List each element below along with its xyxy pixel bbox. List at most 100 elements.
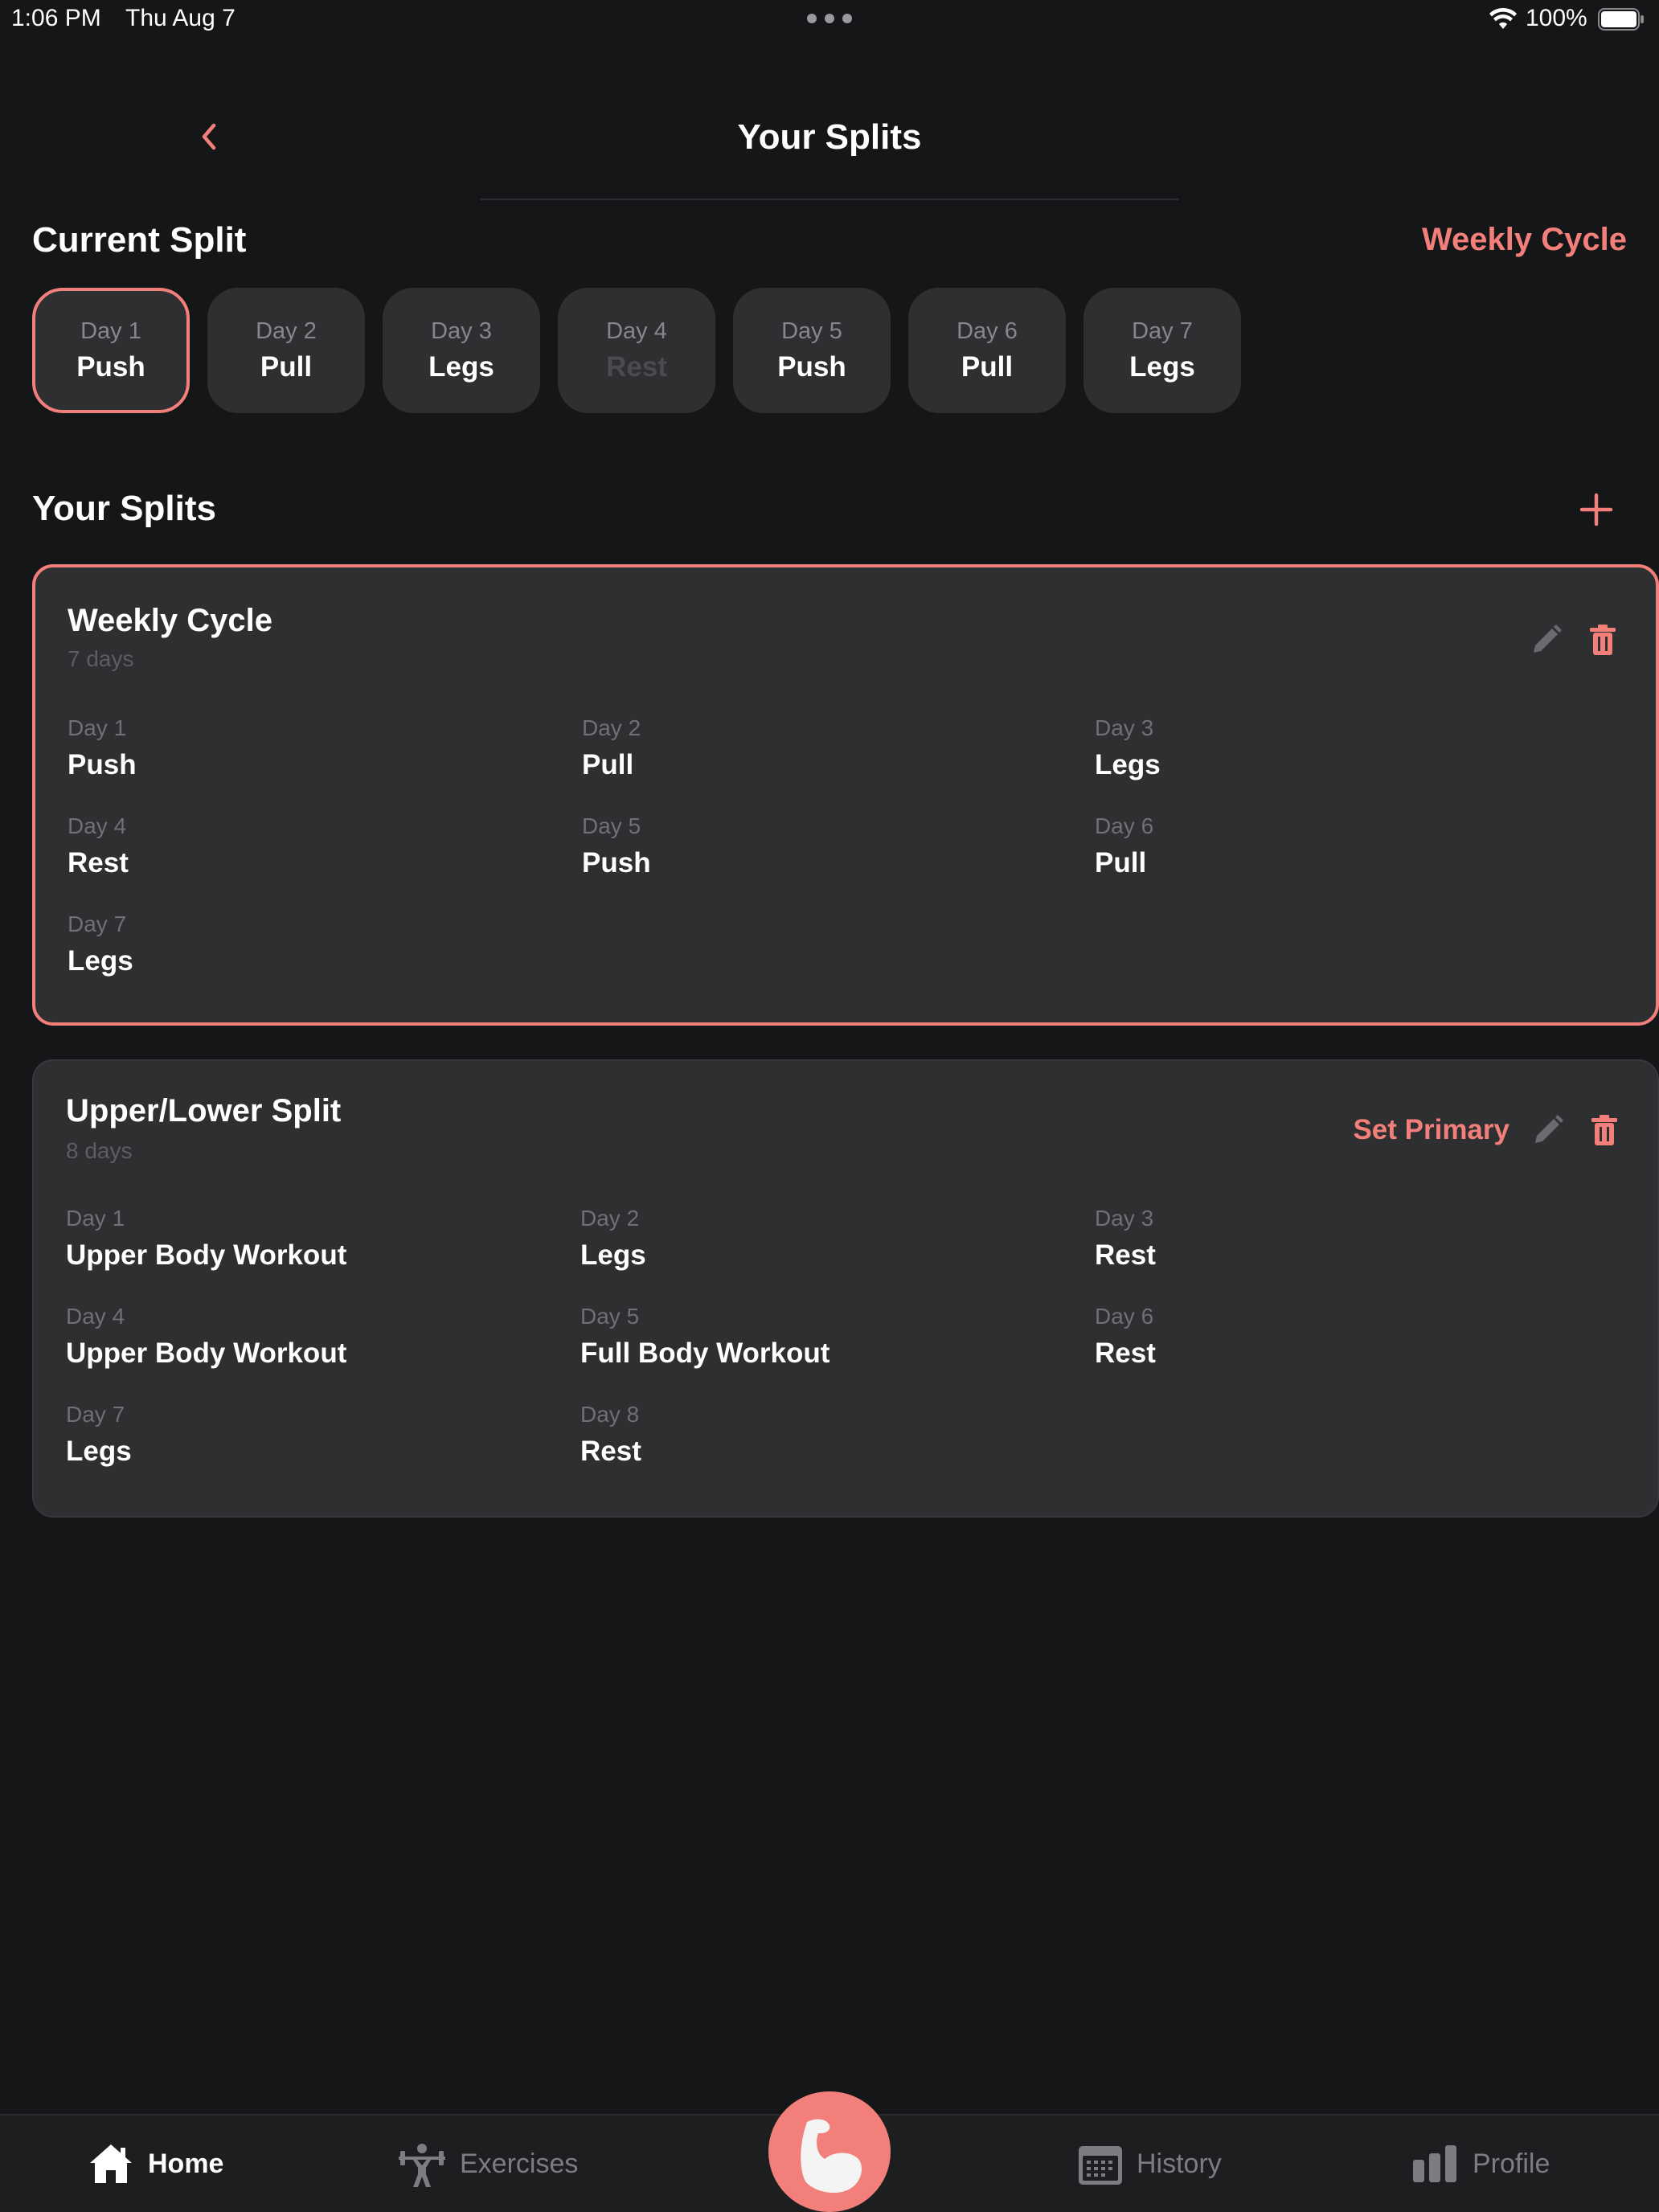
split-day-workout: Rest bbox=[580, 1436, 641, 1467]
split-day-cell: Day 5 Full Body Workout bbox=[580, 1304, 830, 1370]
day-pill-4[interactable]: Day 4 Rest bbox=[558, 288, 715, 413]
split-day-workout: Rest bbox=[1095, 1239, 1156, 1271]
weightlifter-icon bbox=[399, 2144, 445, 2187]
pill-day-label: Day 4 bbox=[606, 317, 667, 344]
tab-profile-label: Profile bbox=[1473, 2148, 1550, 2179]
back-button[interactable] bbox=[193, 119, 225, 154]
split-day-workout: Rest bbox=[1095, 1337, 1156, 1369]
split-card-upper-lower[interactable]: Upper/Lower Split 8 days Set Primary Day… bbox=[32, 1059, 1659, 1518]
split-day-label: Day 1 bbox=[68, 715, 127, 740]
pill-day-label: Day 3 bbox=[431, 317, 492, 344]
battery-icon bbox=[1598, 8, 1644, 31]
start-workout-button[interactable] bbox=[768, 2091, 891, 2212]
day-pill-1[interactable]: Day 1 Push bbox=[32, 288, 190, 413]
status-date: Thu Aug 7 bbox=[125, 5, 236, 31]
split-day-label: Day 4 bbox=[68, 813, 127, 838]
split-day-label: Day 5 bbox=[580, 1304, 640, 1329]
tab-exercises[interactable]: Exercises bbox=[397, 2140, 578, 2188]
split-day-cell: Day 1 Upper Body Workout bbox=[66, 1206, 346, 1272]
split-day-label: Day 2 bbox=[580, 1206, 640, 1231]
split-day-cell: Day 4 Rest bbox=[68, 813, 129, 879]
split-day-cell: Day 5 Push bbox=[582, 813, 651, 879]
page-title: Your Splits bbox=[737, 117, 922, 157]
split-day-cell: Day 4 Upper Body Workout bbox=[66, 1304, 346, 1370]
pill-day-label: Day 2 bbox=[256, 317, 317, 344]
split-day-workout: Push bbox=[582, 847, 651, 879]
status-time: 1:06 PM bbox=[11, 5, 101, 31]
split-day-label: Day 7 bbox=[66, 1402, 125, 1427]
tab-history-label: History bbox=[1137, 2148, 1222, 2179]
day-pill-2[interactable]: Day 2 Pull bbox=[207, 288, 365, 413]
split-day-workout: Full Body Workout bbox=[580, 1337, 830, 1369]
split-day-label: Day 3 bbox=[1095, 715, 1154, 740]
edit-pencil-icon[interactable] bbox=[1529, 622, 1564, 657]
set-primary-button[interactable]: Set Primary bbox=[1353, 1114, 1509, 1146]
split-card-day-count: 8 days bbox=[66, 1138, 133, 1163]
split-day-cell: Day 2 Pull bbox=[582, 715, 641, 781]
flexed-arm-icon bbox=[801, 2119, 862, 2194]
split-day-label: Day 6 bbox=[1095, 813, 1154, 838]
split-card-title: Upper/Lower Split bbox=[66, 1093, 342, 1129]
split-day-workout: Legs bbox=[1095, 749, 1161, 780]
pill-workout-name: Pull bbox=[260, 350, 313, 383]
day-pill-7[interactable]: Day 7 Legs bbox=[1083, 288, 1241, 413]
home-icon bbox=[90, 2144, 132, 2183]
tab-home[interactable]: Home bbox=[87, 2140, 223, 2188]
pill-workout-name: Legs bbox=[428, 350, 494, 383]
calendar-icon bbox=[1079, 2146, 1122, 2185]
chevron-left-icon bbox=[202, 123, 216, 150]
pill-workout-name: Push bbox=[777, 350, 846, 383]
day-pill-5[interactable]: Day 5 Push bbox=[733, 288, 891, 413]
tab-history[interactable]: History bbox=[1077, 2140, 1222, 2188]
split-day-workout: Pull bbox=[1095, 847, 1147, 879]
split-day-label: Day 3 bbox=[1095, 1206, 1154, 1231]
multitasking-dots-icon[interactable] bbox=[807, 14, 852, 23]
split-day-label: Day 6 bbox=[1095, 1304, 1154, 1329]
status-bar: 1:06 PM Thu Aug 7 100% bbox=[0, 0, 1659, 40]
split-day-workout: Push bbox=[68, 749, 137, 780]
split-day-cell: Day 2 Legs bbox=[580, 1206, 646, 1272]
split-day-label: Day 4 bbox=[66, 1304, 125, 1329]
split-day-cell: Day 3 Rest bbox=[1095, 1206, 1156, 1272]
split-day-cell: Day 3 Legs bbox=[1095, 715, 1161, 781]
app-root: 1:06 PM Thu Aug 7 100% Your Splits Curre… bbox=[0, 0, 1659, 2212]
split-day-workout: Legs bbox=[68, 945, 133, 977]
split-day-label: Day 8 bbox=[580, 1402, 640, 1427]
split-day-label: Day 1 bbox=[66, 1206, 125, 1231]
add-split-plus-icon[interactable] bbox=[1579, 492, 1614, 527]
delete-trash-icon[interactable] bbox=[1585, 622, 1620, 657]
split-day-label: Day 7 bbox=[68, 911, 127, 936]
split-card-weekly-cycle[interactable]: Weekly Cycle 7 days Day 1 Push Day 2 Pul… bbox=[32, 564, 1659, 1026]
current-split-name[interactable]: Weekly Cycle bbox=[1422, 222, 1627, 258]
pill-day-label: Day 6 bbox=[956, 317, 1018, 344]
pill-workout-name: Push bbox=[76, 350, 145, 383]
split-day-label: Day 5 bbox=[582, 813, 641, 838]
split-card-day-count: 7 days bbox=[68, 646, 134, 671]
pill-day-label: Day 1 bbox=[80, 317, 141, 344]
current-split-heading: Current Split bbox=[32, 220, 247, 260]
battery-percentage: 100% bbox=[1526, 5, 1587, 31]
split-day-workout: Upper Body Workout bbox=[66, 1239, 347, 1271]
split-day-workout: Legs bbox=[66, 1436, 132, 1467]
split-day-cell: Day 6 Pull bbox=[1095, 813, 1153, 879]
pill-day-label: Day 5 bbox=[781, 317, 842, 344]
header-divider bbox=[481, 199, 1178, 200]
split-card-actions bbox=[1529, 622, 1620, 657]
pill-day-label: Day 7 bbox=[1132, 317, 1193, 344]
day-pill-3[interactable]: Day 3 Legs bbox=[383, 288, 540, 413]
edit-pencil-icon[interactable] bbox=[1530, 1112, 1566, 1148]
split-day-workout: Upper Body Workout bbox=[66, 1337, 347, 1369]
bar-chart-icon bbox=[1413, 2145, 1456, 2182]
tab-exercises-label: Exercises bbox=[460, 2148, 579, 2179]
day-pill-6[interactable]: Day 6 Pull bbox=[908, 288, 1066, 413]
delete-trash-icon[interactable] bbox=[1587, 1112, 1622, 1148]
split-day-workout: Pull bbox=[582, 749, 634, 780]
split-card-title: Weekly Cycle bbox=[68, 603, 272, 638]
split-day-cell: Day 8 Rest bbox=[580, 1402, 641, 1468]
pill-workout-name: Legs bbox=[1129, 350, 1195, 383]
split-day-label: Day 2 bbox=[582, 715, 641, 740]
split-day-workout: Legs bbox=[580, 1239, 646, 1271]
tab-profile[interactable]: Profile bbox=[1411, 2140, 1550, 2188]
tab-home-label: Home bbox=[148, 2148, 224, 2179]
split-day-cell: Day 1 Push bbox=[68, 715, 137, 781]
